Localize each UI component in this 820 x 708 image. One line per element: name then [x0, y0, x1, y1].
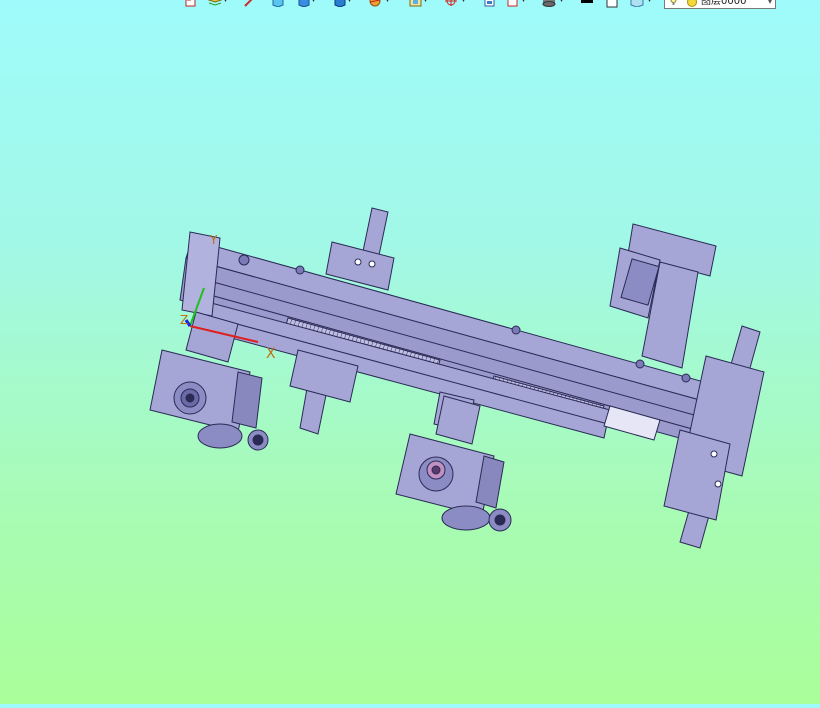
- 3d-viewport[interactable]: X Y Z: [0, 12, 820, 704]
- box-dropdown-icon[interactable]: ▾: [312, 0, 317, 5]
- database-dropdown-icon[interactable]: ▾: [560, 0, 565, 5]
- undo-icon[interactable]: [184, 0, 198, 8]
- clipboard-dropdown-icon[interactable]: ▾: [522, 0, 527, 5]
- page-icon[interactable]: [482, 0, 496, 8]
- shape-icon[interactable]: [630, 0, 644, 8]
- top-toolbar: ▾ ▾ ▾ ▾ ▾ ▾ ▾ ▾ ▾ 图层0000 ▾: [180, 0, 780, 11]
- target-dropdown-icon[interactable]: ▾: [462, 0, 467, 5]
- layers-dropdown-icon[interactable]: ▾: [224, 0, 229, 5]
- render-icon[interactable]: [368, 0, 382, 8]
- cube-view-icon[interactable]: [270, 0, 284, 8]
- triad-z-label: Z: [180, 313, 188, 327]
- layers-icon[interactable]: [208, 0, 222, 8]
- triad-y-label: Y: [209, 233, 218, 247]
- pen-icon[interactable]: [242, 0, 256, 8]
- shape-dropdown-icon[interactable]: ▾: [648, 0, 653, 5]
- solid-dropdown-icon[interactable]: ▾: [348, 0, 353, 5]
- database-icon[interactable]: [542, 0, 556, 8]
- triad-x-label: X: [266, 346, 276, 362]
- layer-selector[interactable]: 图层0000 ▾: [664, 0, 776, 9]
- left-motor-side: [231, 371, 263, 429]
- render-dropdown-icon[interactable]: ▾: [386, 0, 391, 5]
- sun-icon[interactable]: [687, 0, 697, 7]
- clipboard-icon[interactable]: [506, 0, 520, 8]
- cad-model-view[interactable]: X Y Z: [0, 12, 820, 704]
- solid-icon[interactable]: [332, 0, 346, 8]
- white-square-icon[interactable]: [605, 0, 619, 8]
- right-lower-plate: [663, 429, 731, 521]
- light-bulb-icon[interactable]: [670, 0, 677, 6]
- target-icon[interactable]: [444, 0, 458, 8]
- display-icon[interactable]: [408, 0, 422, 8]
- display-dropdown-icon[interactable]: ▾: [424, 0, 429, 5]
- dropdown-arrow-icon[interactable]: ▾: [768, 0, 772, 8]
- layer-name: 图层0000: [701, 0, 747, 7]
- box-icon[interactable]: [296, 0, 310, 8]
- linear-module-assembly: [149, 207, 765, 549]
- black-square-icon[interactable]: [580, 0, 594, 8]
